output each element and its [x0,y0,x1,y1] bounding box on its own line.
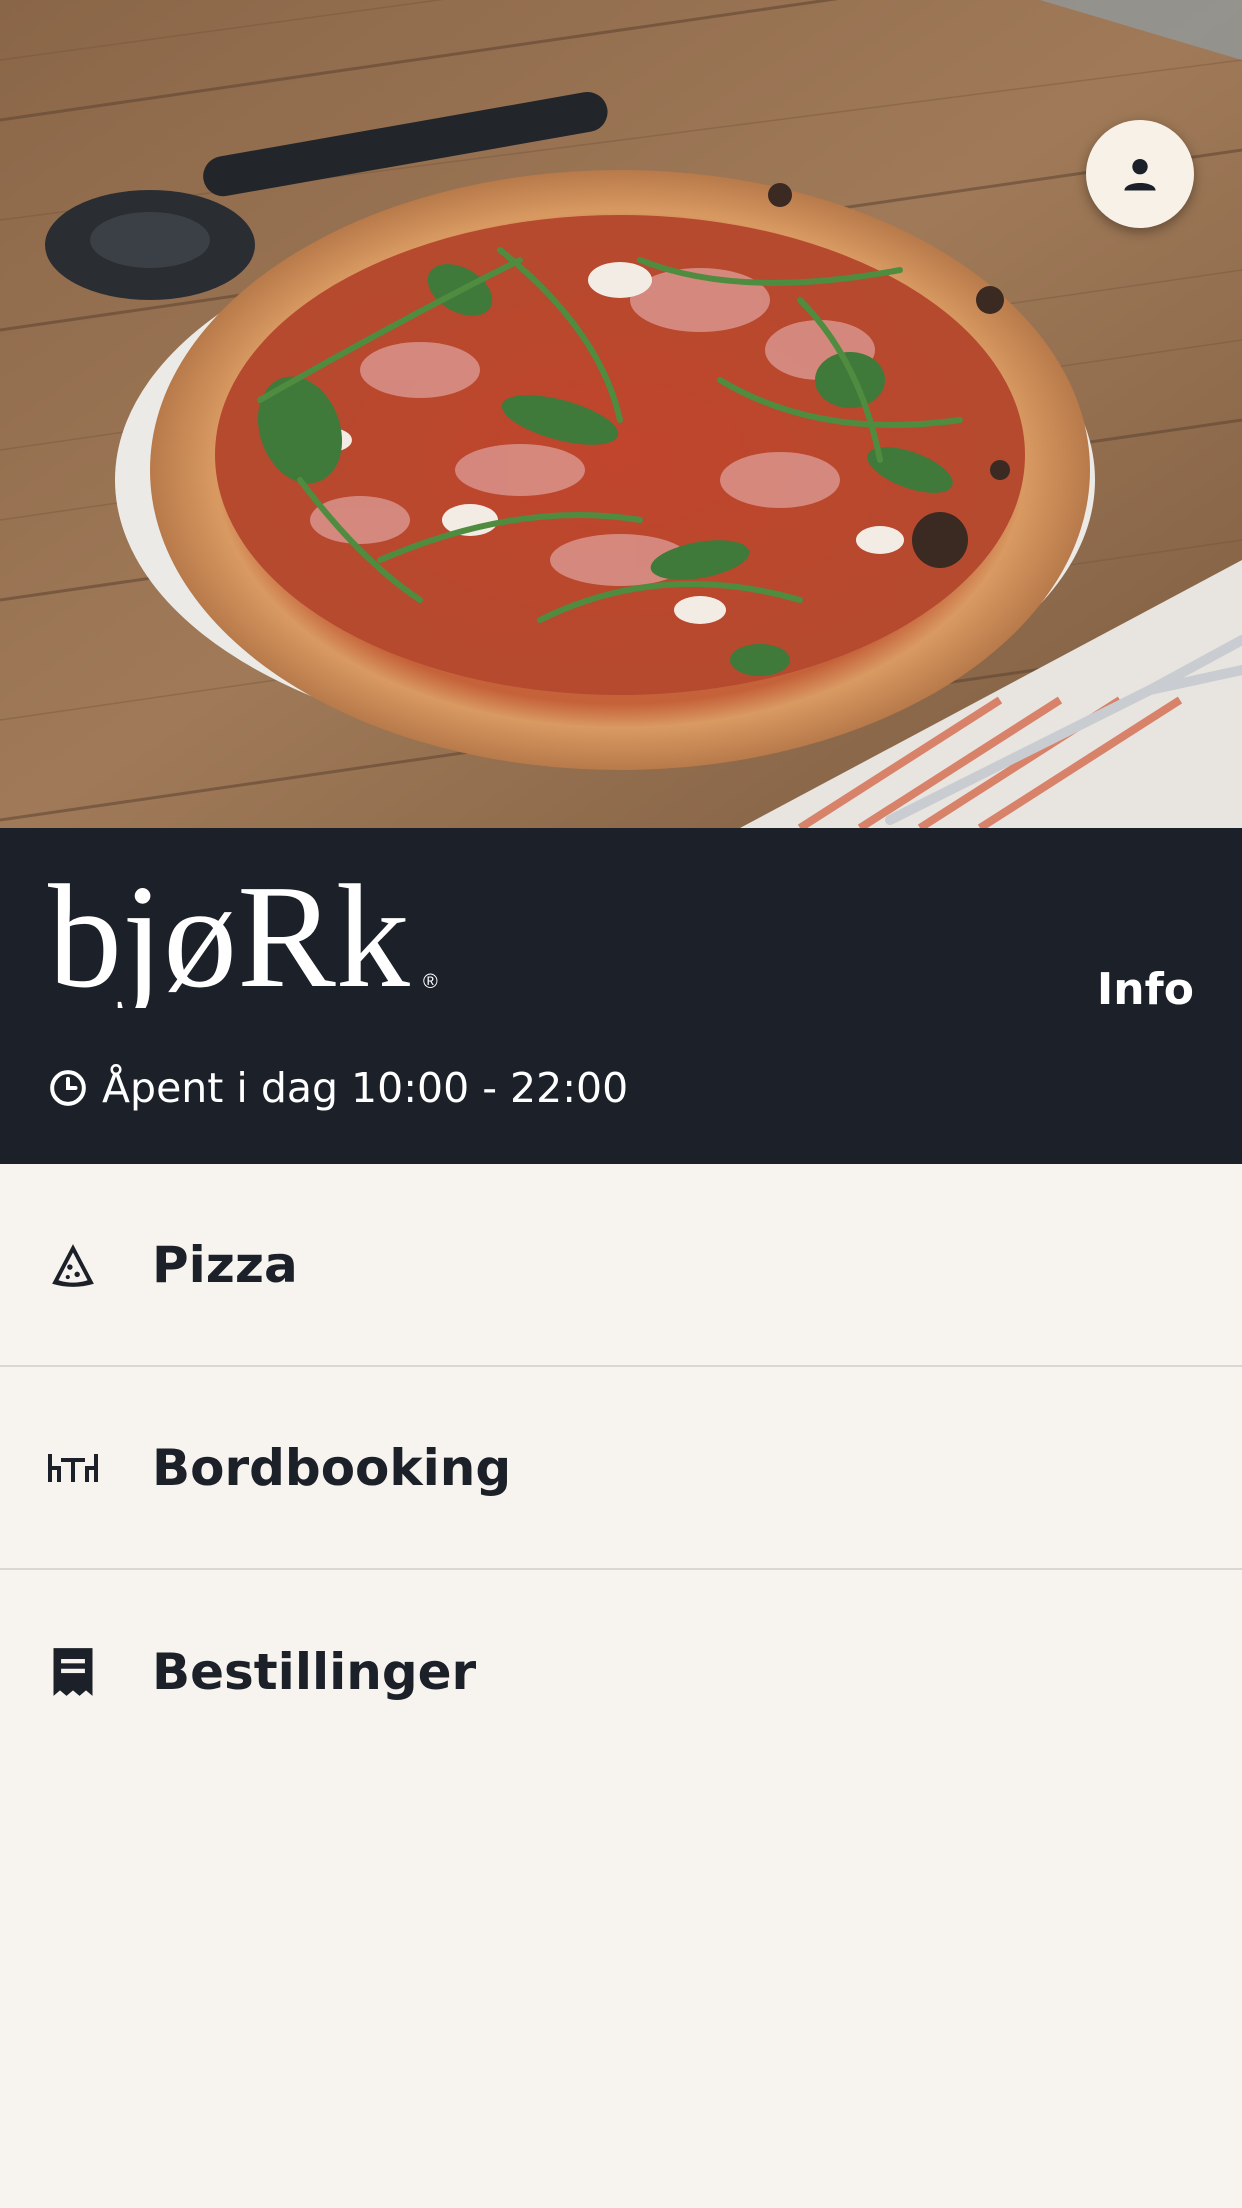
svg-text:bjøRk: bjøRk [48,868,410,1008]
main-menu: Pizza Bordbooking Bestillinger [0,1164,1242,1773]
table-icon [44,1439,102,1497]
menu-item-orders[interactable]: Bestillinger [0,1570,1242,1773]
pizza-slice-icon [44,1236,102,1294]
svg-text:®: ® [423,971,438,993]
profile-button[interactable] [1086,120,1194,228]
menu-item-label: Bestillinger [152,1642,477,1701]
clock-icon [50,1070,86,1106]
hero-image [0,0,1242,828]
opening-hours: Åpent i dag 10:00 - 22:00 [48,1064,628,1112]
brand-logo: bjøRk ® [48,868,438,1008]
menu-item-pizza[interactable]: Pizza [0,1164,1242,1367]
brand-header: bjøRk ® Info Åpent i dag 10:00 - 22:00 [0,828,1242,1164]
menu-item-table-booking[interactable]: Bordbooking [0,1367,1242,1570]
receipt-icon [44,1643,102,1701]
menu-item-label: Pizza [152,1235,298,1294]
menu-item-label: Bordbooking [152,1438,512,1497]
person-icon [1124,158,1156,191]
info-link[interactable]: Info [1097,964,1194,1015]
opening-hours-text: Åpent i dag 10:00 - 22:00 [102,1064,629,1112]
